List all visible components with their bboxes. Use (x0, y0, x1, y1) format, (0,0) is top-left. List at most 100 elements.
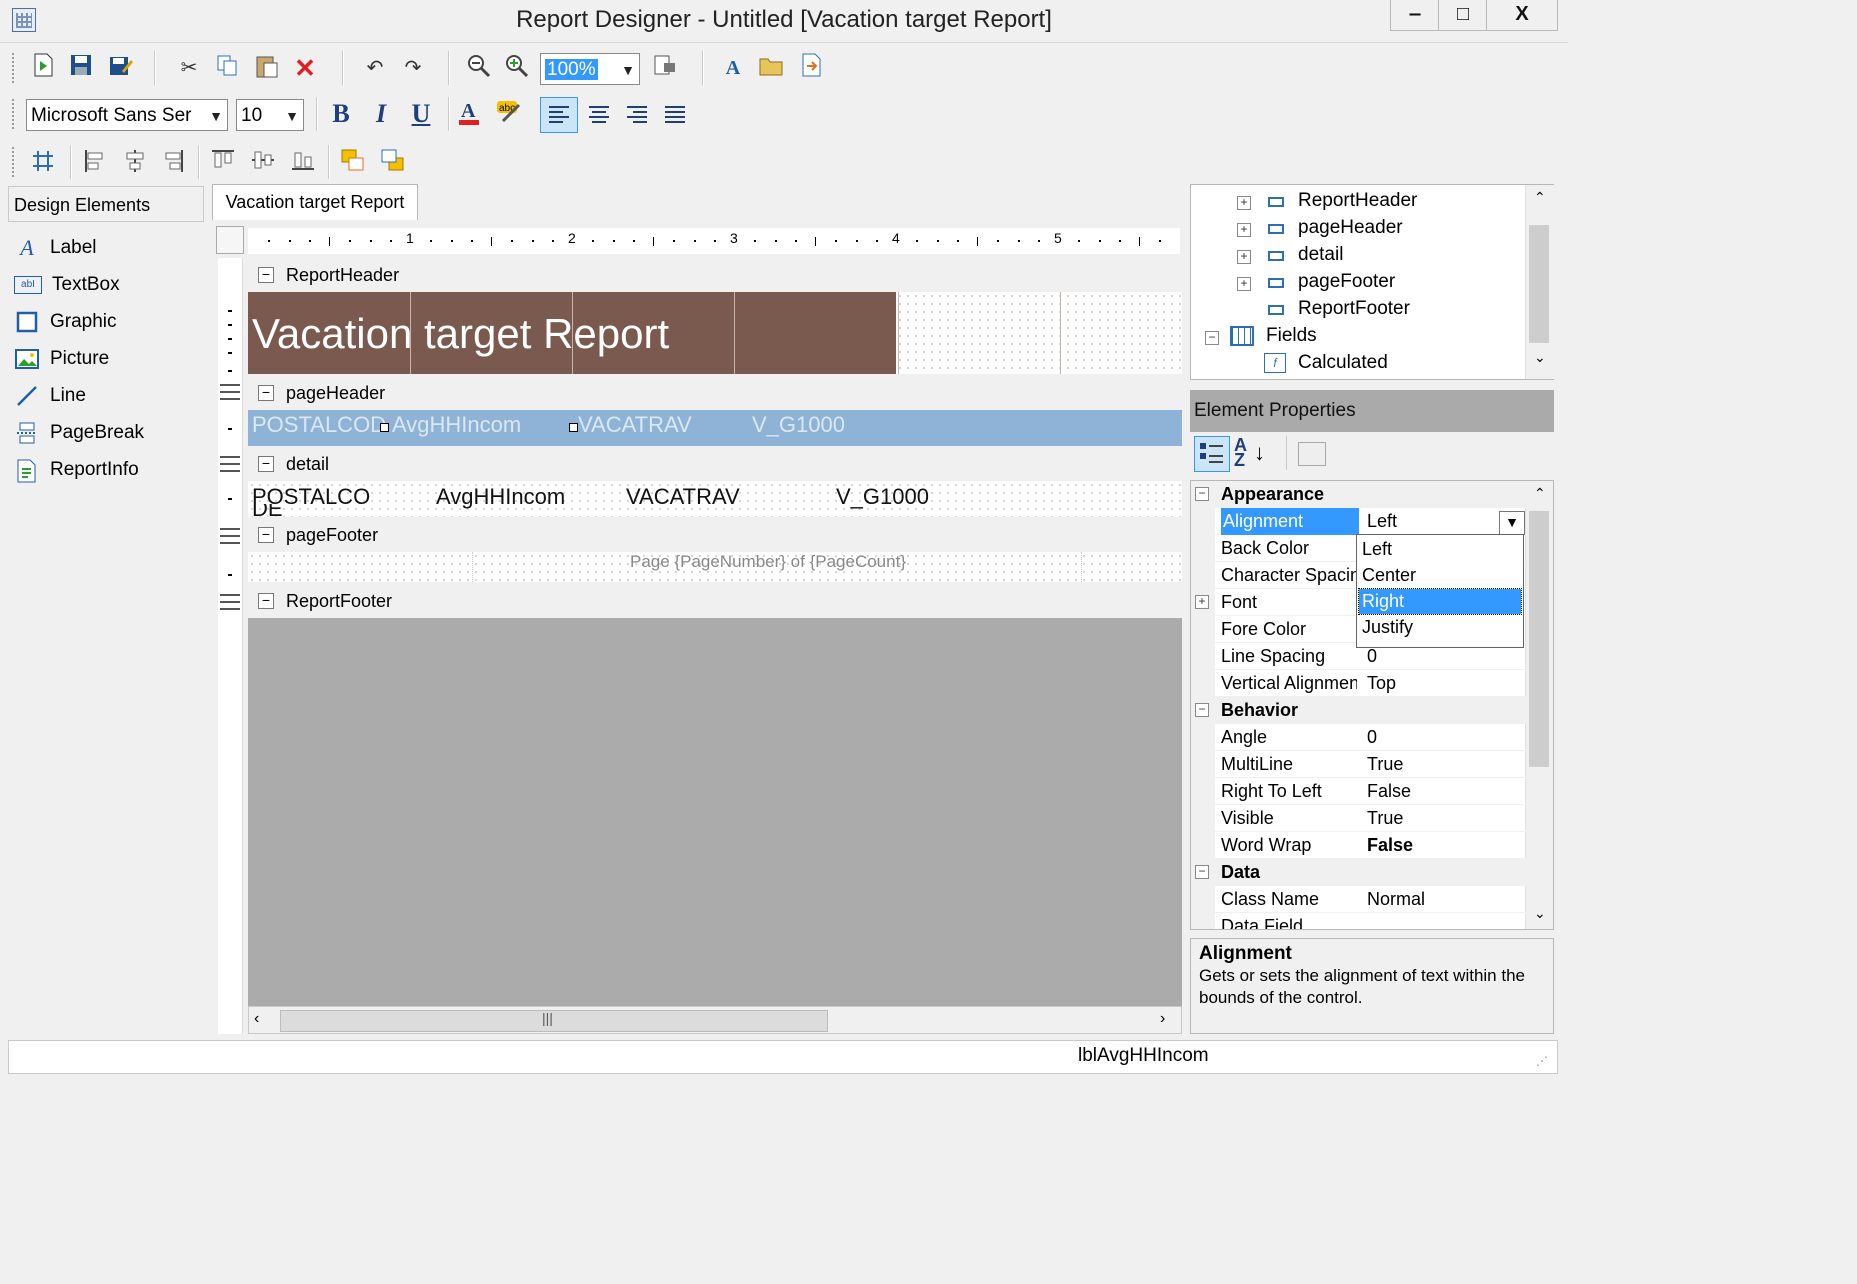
design-element-pagebreak[interactable]: PageBreak (14, 416, 144, 450)
selection-handle[interactable] (569, 423, 578, 432)
bold-button[interactable]: B (326, 99, 356, 129)
export-icon[interactable] (796, 53, 826, 83)
tree-node-pageheader[interactable]: pageHeader (1298, 217, 1403, 239)
scrollbar-thumb[interactable] (280, 1010, 828, 1032)
tab-vacation-target-report[interactable]: Vacation target Report (212, 184, 418, 220)
resize-grip-icon[interactable]: ⋰ (1536, 1054, 1548, 1068)
spellcheck-icon[interactable]: abc (494, 99, 524, 129)
detail-field[interactable]: VACATRAV (626, 484, 740, 510)
ruler-corner[interactable] (216, 226, 244, 254)
tree-node-calculated[interactable]: Calculated (1298, 352, 1388, 374)
scroll-down-icon[interactable]: ⌄ (1534, 349, 1546, 366)
collapse-icon[interactable]: − (1195, 487, 1209, 501)
chevron-down-icon[interactable]: ▼ (209, 100, 223, 132)
collapse-icon[interactable]: − (258, 385, 274, 401)
design-element-line[interactable]: Line (14, 379, 86, 413)
section-bar-reportheader[interactable]: − ReportHeader (248, 261, 1182, 289)
collapse-icon[interactable]: − (1195, 865, 1209, 879)
property-value[interactable]: Left (1367, 508, 1397, 535)
categorized-button[interactable] (1194, 436, 1230, 472)
scroll-up-icon[interactable]: ⌃ (1534, 189, 1546, 206)
design-element-picture[interactable]: Picture (14, 342, 109, 376)
expand-icon[interactable]: + (1237, 250, 1251, 264)
run-icon[interactable] (28, 53, 58, 83)
property-row-word-wrap[interactable]: Word Wrap False (1191, 832, 1527, 859)
property-pages-icon[interactable] (1298, 442, 1326, 466)
section-resize-grip[interactable] (220, 594, 240, 610)
design-element-graphic[interactable]: Graphic (14, 305, 117, 339)
collapse-icon[interactable]: − (1195, 703, 1209, 717)
bring-to-front-icon[interactable] (338, 147, 368, 177)
send-to-back-icon[interactable] (378, 147, 408, 177)
tree-node-pagefooter[interactable]: pageFooter (1298, 271, 1395, 293)
selection-handle[interactable] (380, 423, 389, 432)
font-name-combobox[interactable]: Microsoft Sans Ser ▼ (26, 99, 228, 131)
maximize-button[interactable]: □ (1438, 0, 1488, 31)
page-header-field[interactable]: V_G1000 (752, 412, 845, 438)
design-element-textbox[interactable]: abI TextBox (14, 268, 120, 302)
expand-icon[interactable]: + (1195, 595, 1209, 609)
property-value[interactable]: 0 (1367, 724, 1377, 751)
property-value[interactable]: Top (1367, 670, 1396, 697)
align-tops-icon[interactable] (208, 147, 238, 177)
page-number-label[interactable]: Page {PageNumber} of {PageCount} (630, 552, 906, 572)
snap-to-grid-icon[interactable] (28, 147, 58, 177)
expand-icon[interactable]: + (1237, 196, 1251, 210)
property-row-vertical-alignment[interactable]: Vertical Alignment Top (1191, 670, 1527, 697)
property-value[interactable]: Normal (1367, 886, 1425, 913)
property-row-right-to-left[interactable]: Right To Left False (1191, 778, 1527, 805)
font-styles-icon[interactable]: A (718, 53, 748, 83)
section-bar-pagefooter[interactable]: − pageFooter (248, 521, 1182, 549)
section-bar-detail[interactable]: − detail (248, 450, 1182, 478)
scroll-down-icon[interactable]: ⌄ (1534, 905, 1546, 922)
toolbar-grip[interactable] (12, 53, 18, 83)
tree-node-fields[interactable]: Fields (1266, 325, 1317, 347)
section-resize-grip[interactable] (220, 384, 240, 400)
redo-icon[interactable]: ↷ (398, 53, 428, 83)
detail-field[interactable]: V_G1000 (836, 484, 929, 510)
align-bottoms-icon[interactable] (288, 147, 318, 177)
page-header-field[interactable]: POSTALCOD (252, 412, 386, 438)
open-data-icon[interactable] (756, 53, 786, 83)
detail-field[interactable]: AvgHHIncom (436, 484, 565, 510)
property-row-alignment[interactable]: Alignment Left ▼ (1191, 508, 1527, 535)
expand-icon[interactable]: + (1237, 223, 1251, 237)
section-resize-grip[interactable] (220, 456, 240, 472)
category-appearance[interactable]: − Appearance (1191, 481, 1527, 508)
section-bar-reportfooter[interactable]: − ReportFooter (248, 587, 1182, 615)
tree-node-reportheader[interactable]: ReportHeader (1298, 190, 1417, 212)
zoom-combobox[interactable]: 100% ▼ (540, 53, 640, 85)
category-data[interactable]: − Data (1191, 859, 1527, 886)
align-middles-icon[interactable] (248, 147, 278, 177)
align-rights-icon[interactable] (158, 147, 188, 177)
property-value[interactable]: False (1367, 778, 1411, 805)
report-title-label[interactable]: Vacation target Report (252, 310, 669, 358)
italic-button[interactable]: I (366, 99, 396, 129)
property-value[interactable]: True (1367, 751, 1403, 778)
property-row-angle[interactable]: Angle 0 (1191, 724, 1527, 751)
chevron-down-icon[interactable]: ▼ (285, 100, 299, 132)
design-element-reportinfo[interactable]: ReportInfo (14, 453, 139, 487)
page-setup-icon[interactable] (650, 53, 680, 83)
page-header-field[interactable]: AvgHHIncom (392, 412, 521, 438)
cut-icon[interactable]: ✂ (174, 53, 204, 83)
property-row-visible[interactable]: Visible True (1191, 805, 1527, 832)
paste-icon[interactable] (252, 53, 282, 83)
save-as-icon[interactable] (106, 53, 136, 83)
property-row-class-name[interactable]: Class Name Normal (1191, 886, 1527, 913)
toolbar-grip[interactable] (12, 99, 18, 129)
page-header-field[interactable]: VACATRAV (578, 412, 692, 438)
copy-icon[interactable] (212, 53, 242, 83)
scrollbar-thumb[interactable] (1529, 225, 1549, 343)
align-justify-button[interactable] (660, 99, 690, 129)
property-grid-scrollbar[interactable]: ⌃ ⌄ (1525, 481, 1553, 929)
minimize-button[interactable]: ‒ (1390, 0, 1440, 31)
scroll-up-icon[interactable]: ⌃ (1534, 485, 1546, 502)
dropdown-option-justify[interactable]: Justify (1359, 615, 1521, 640)
category-behavior[interactable]: − Behavior (1191, 697, 1527, 724)
chevron-down-icon[interactable]: ▼ (621, 54, 635, 86)
align-center-button[interactable] (584, 99, 614, 129)
tree-node-reportfooter[interactable]: ReportFooter (1298, 298, 1410, 320)
collapse-icon[interactable]: − (258, 593, 274, 609)
undo-icon[interactable]: ↶ (360, 53, 390, 83)
